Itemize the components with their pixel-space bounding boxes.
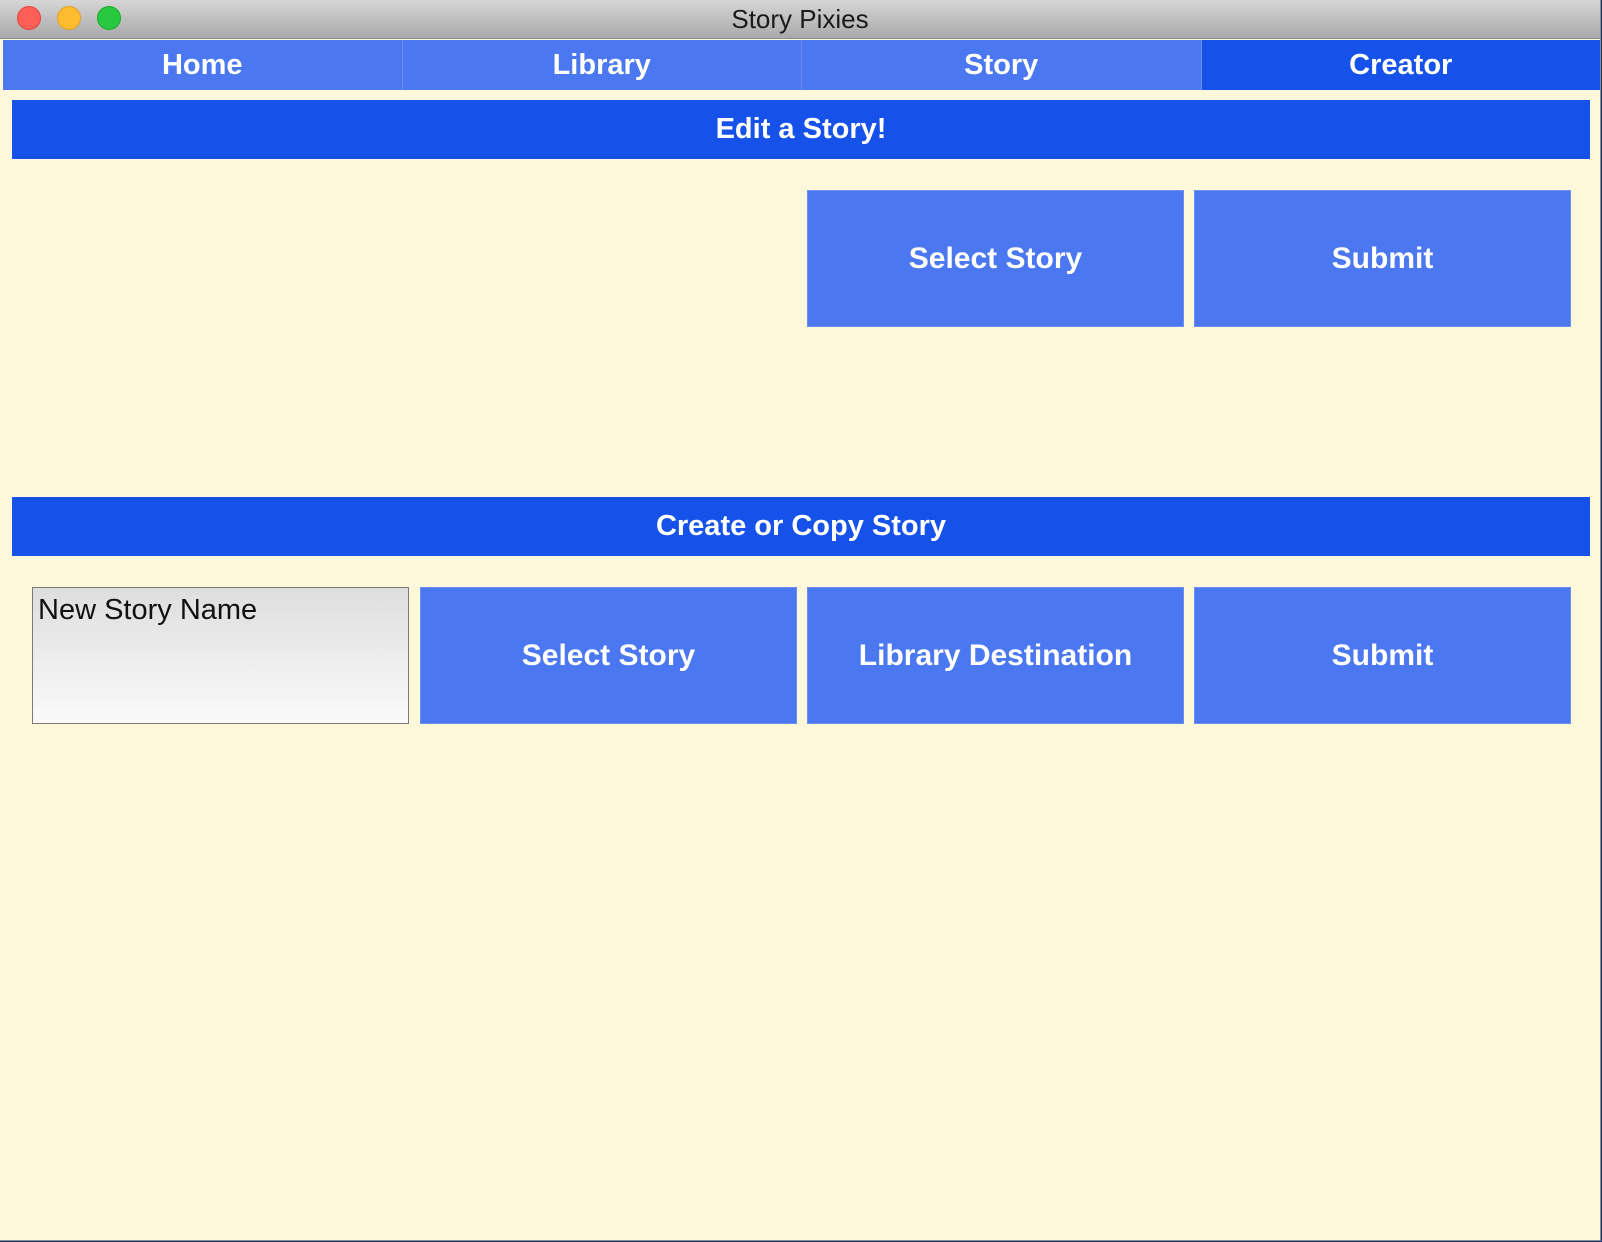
create-select-story-button[interactable]: Select Story xyxy=(420,587,797,724)
new-story-name-input[interactable] xyxy=(32,587,409,724)
tab-home[interactable]: Home xyxy=(3,40,403,90)
edit-select-story-button[interactable]: Select Story xyxy=(807,190,1184,327)
tab-story[interactable]: Story xyxy=(802,40,1202,90)
tab-creator[interactable]: Creator xyxy=(1201,40,1600,90)
edit-submit-button[interactable]: Submit xyxy=(1194,190,1571,327)
library-destination-button[interactable]: Library Destination xyxy=(807,587,1184,724)
tab-library[interactable]: Library xyxy=(402,40,802,90)
tab-bar: Home Library Story Creator xyxy=(3,40,1600,90)
create-submit-button[interactable]: Submit xyxy=(1194,587,1571,724)
window-title: Story Pixies xyxy=(731,4,869,34)
edit-story-header: Edit a Story! xyxy=(12,100,1590,159)
create-copy-story-header: Create or Copy Story xyxy=(12,497,1590,556)
app-window: Story Pixies Home Library Story Creator … xyxy=(0,0,1601,1241)
title-bar: Story Pixies xyxy=(0,0,1600,39)
